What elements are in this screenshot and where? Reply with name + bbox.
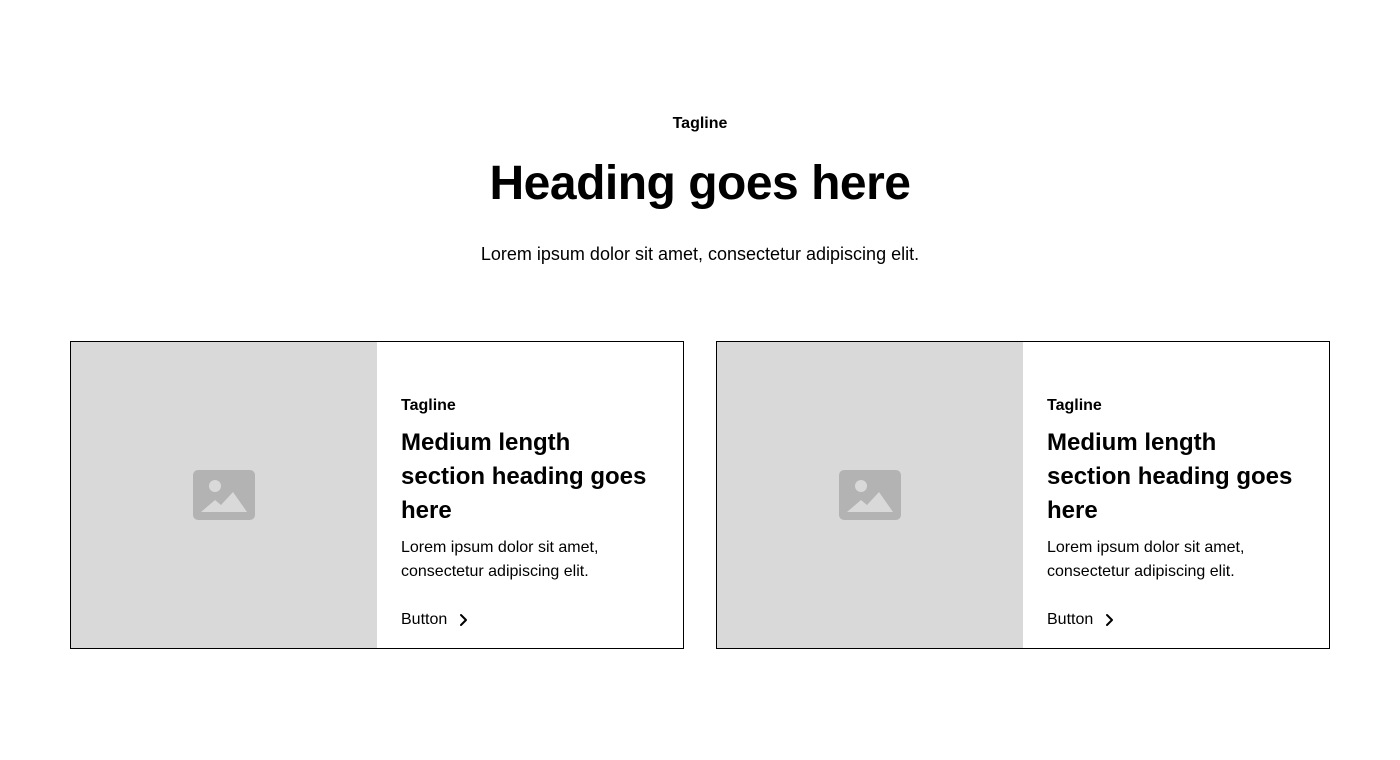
card-image-placeholder — [717, 342, 1023, 648]
section-tagline: Tagline — [672, 115, 728, 132]
card-list: Tagline Medium length section heading go… — [70, 341, 1330, 649]
card-button-label: Button — [401, 611, 448, 628]
section-description: Lorem ipsum dolor sit amet, consectetur … — [480, 244, 920, 264]
page: Tagline Heading goes here Lorem ipsum do… — [0, 0, 1400, 760]
card-tagline: Tagline — [1047, 397, 1102, 414]
chevron-right-icon — [455, 612, 471, 628]
card-content: Tagline Medium length section heading go… — [377, 342, 683, 648]
card-button[interactable]: Button — [1047, 608, 1117, 632]
section-header: Tagline Heading goes here Lorem ipsum do… — [0, 112, 1400, 268]
feature-card: Tagline Medium length section heading go… — [70, 341, 684, 649]
card-heading: Medium length section heading goes here — [401, 429, 647, 524]
card-content: Tagline Medium length section heading go… — [1023, 342, 1329, 648]
image-placeholder-icon — [193, 470, 255, 520]
image-placeholder-icon — [839, 470, 901, 520]
card-description: Lorem ipsum dolor sit amet, consectetur … — [401, 539, 599, 580]
feature-card: Tagline Medium length section heading go… — [716, 341, 1330, 649]
chevron-right-icon — [1101, 612, 1117, 628]
card-heading: Medium length section heading goes here — [1047, 429, 1293, 524]
card-button-label: Button — [1047, 611, 1094, 628]
card-tagline: Tagline — [401, 397, 456, 414]
card-image-placeholder — [71, 342, 377, 648]
card-description: Lorem ipsum dolor sit amet, consectetur … — [1047, 539, 1245, 580]
card-button[interactable]: Button — [401, 608, 471, 632]
section-heading: Heading goes here — [489, 157, 911, 210]
